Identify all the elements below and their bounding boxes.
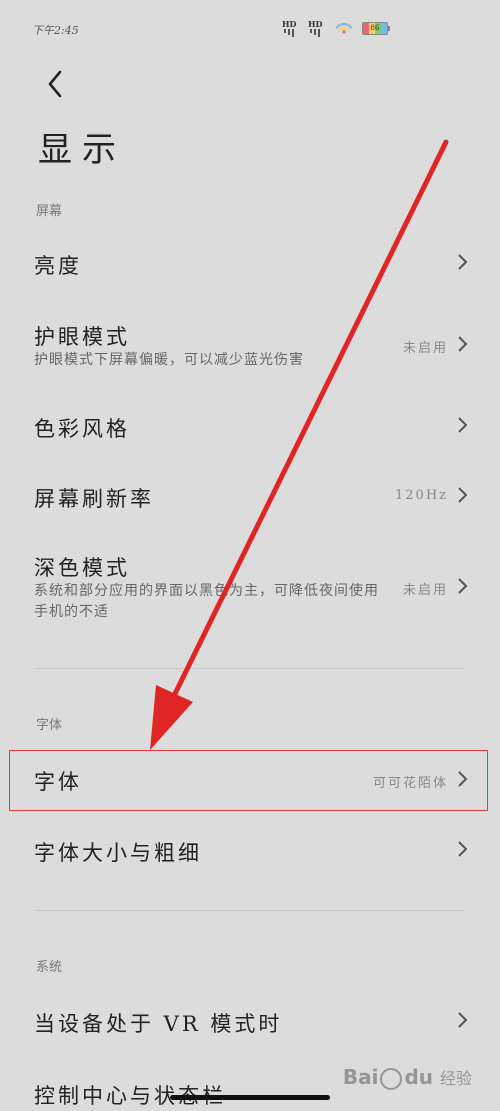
setting-refresh-rate[interactable]: 屏幕刷新率 120Hz	[0, 470, 500, 522]
setting-eye-care[interactable]: 护眼模式 护眼模式下屏幕偏暖，可以减少蓝光伤害 未启用	[0, 318, 500, 378]
setting-value: 120Hz	[395, 488, 448, 503]
sim1-label: HD	[282, 19, 297, 29]
chevron-right-icon	[458, 336, 468, 352]
chevron-right-icon	[458, 578, 468, 594]
chevron-right-icon	[458, 254, 468, 270]
setting-font-size[interactable]: 字体大小与粗细	[0, 824, 500, 878]
signal-icon: HD	[308, 19, 326, 37]
section-header-font: 字体	[36, 718, 63, 733]
signal-icon: HD	[282, 19, 300, 37]
watermark-brand: Bai	[342, 1065, 379, 1089]
setting-label: 当设备处于 VR 模式时	[34, 1012, 283, 1036]
battery-level: 86	[370, 23, 380, 32]
highlight-box	[9, 750, 488, 811]
setting-value: 未启用	[402, 341, 448, 356]
status-time: 下午2:45	[32, 24, 79, 37]
divider	[36, 668, 464, 669]
chevron-left-icon[interactable]	[38, 66, 74, 102]
setting-subtitle: 系统和部分应用的界面以黑色为主，可降低夜间使用手机的不适	[34, 583, 379, 620]
section-header-system: 系统	[36, 960, 63, 975]
section-header-screen: 屏幕	[36, 204, 63, 219]
divider	[36, 910, 464, 911]
setting-label: 亮度	[34, 254, 82, 278]
page-title: 显示	[38, 130, 126, 170]
chevron-right-icon	[458, 1012, 468, 1028]
setting-subtitle: 护眼模式下屏幕偏暖，可以减少蓝光伤害	[34, 352, 304, 368]
setting-label: 深色模式	[34, 556, 130, 580]
status-icons: HD HD 86	[282, 18, 390, 38]
watermark: Bai du 经验	[343, 1065, 472, 1090]
setting-label: 屏幕刷新率	[34, 487, 154, 511]
paw-icon	[380, 1067, 403, 1090]
setting-label: 色彩风格	[34, 417, 130, 441]
watermark-suffix: 经验	[439, 1069, 472, 1088]
setting-value: 未启用	[402, 583, 448, 598]
battery-icon: 86	[362, 21, 390, 35]
setting-label: 字体大小与粗细	[34, 841, 202, 865]
setting-color-style[interactable]: 色彩风格	[0, 400, 500, 452]
chevron-right-icon	[458, 841, 468, 857]
watermark-brand2: du	[404, 1065, 434, 1089]
chevron-right-icon	[458, 487, 468, 503]
status-bar: 下午2:45 HD HD 86	[32, 18, 400, 38]
setting-dark-mode[interactable]: 深色模式 系统和部分应用的界面以黑色为主，可降低夜间使用手机的不适 未启用	[0, 550, 500, 624]
setting-brightness[interactable]: 亮度	[0, 238, 500, 290]
sim2-label: HD	[308, 19, 323, 29]
wifi-icon	[335, 23, 353, 34]
home-indicator[interactable]	[170, 1095, 330, 1100]
setting-vr-mode[interactable]: 当设备处于 VR 模式时	[0, 996, 500, 1050]
setting-label: 护眼模式	[34, 325, 130, 349]
chevron-right-icon	[458, 417, 468, 433]
